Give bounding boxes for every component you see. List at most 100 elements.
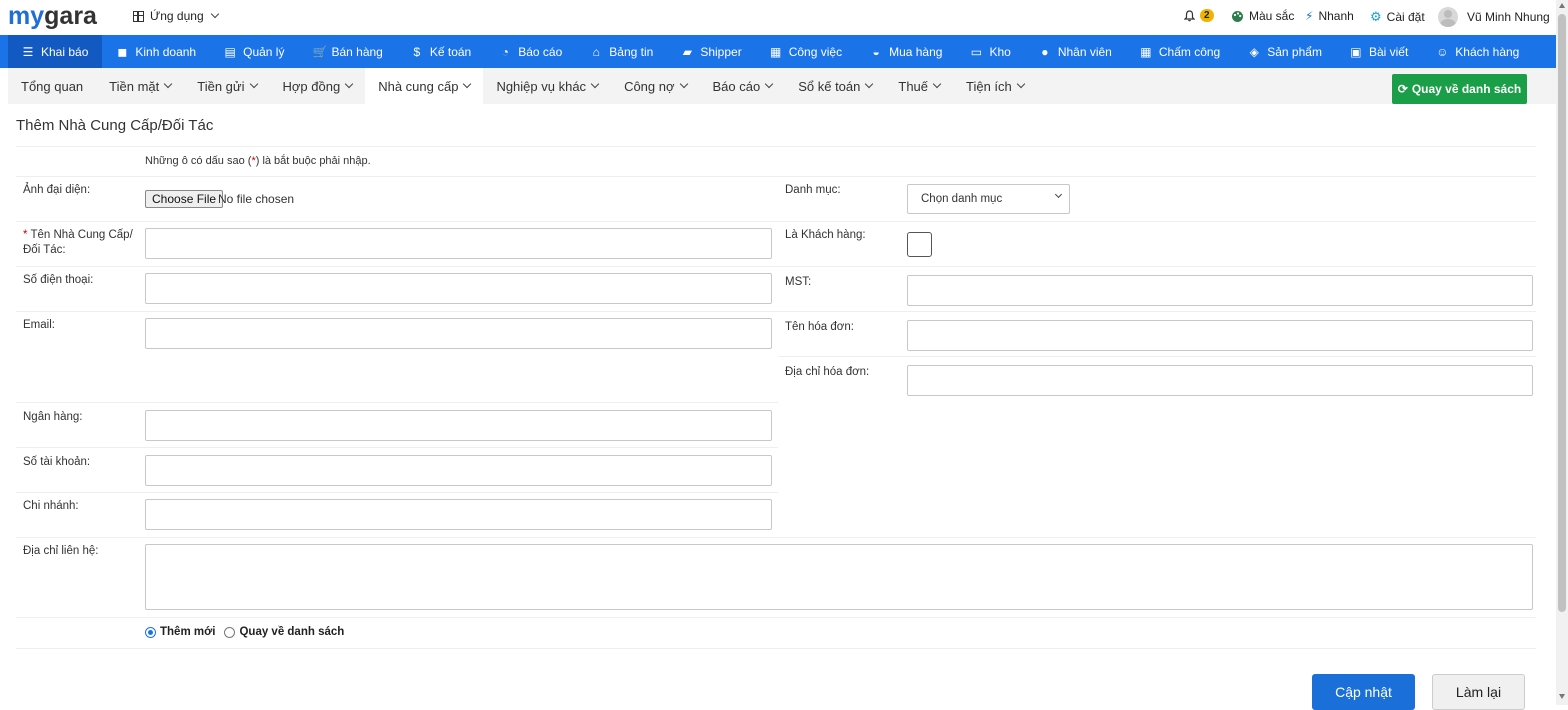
tax-code-input[interactable]: [907, 275, 1533, 306]
main-nav-label: Báo cáo: [518, 44, 563, 59]
category-select[interactable]: Chọn danh mục: [907, 184, 1070, 214]
sub-nav-item[interactable]: Báo cáo: [700, 68, 786, 104]
settings-label: Cài đặt: [1386, 10, 1425, 24]
user-icon: ●: [1041, 44, 1049, 59]
sub-nav-item[interactable]: Tiền mặt: [96, 68, 184, 104]
form-panel: Thêm Nhà Cung Cấp/Đối Tác Những ô có dấu…: [8, 104, 1556, 710]
main-nav-item[interactable]: ▰ Shipper: [667, 35, 755, 68]
supplier-name-input[interactable]: [145, 228, 772, 259]
main-nav-label: Bán hàng: [331, 44, 383, 59]
invoice-name-label: Tên hóa đơn:: [785, 321, 854, 333]
chevron-down-icon: [764, 79, 774, 89]
chevron-down-icon: [1054, 190, 1063, 199]
main-nav-label: Mua hàng: [889, 44, 943, 59]
radio-add-new[interactable]: [145, 626, 156, 638]
sub-nav-item[interactable]: Nhà cung cấp: [365, 68, 484, 104]
bank-input[interactable]: [145, 410, 772, 441]
main-nav-item[interactable]: 🛒 Bán hàng: [298, 35, 396, 68]
sub-nav-label: Tổng quan: [21, 78, 84, 94]
sub-nav-item[interactable]: Tiện ích: [953, 68, 1037, 104]
bag-icon: ◼: [117, 44, 128, 59]
main-nav-item[interactable]: ▦ Chấm công: [1126, 35, 1234, 68]
apps-menu[interactable]: Ứng dụng: [133, 9, 219, 23]
main-nav-item[interactable]: ☺ Khách hàng: [1422, 35, 1533, 68]
logo[interactable]: mygara: [8, 2, 97, 31]
divider: [16, 266, 1536, 267]
main-nav-item[interactable]: ◔ Báo cáo: [485, 35, 576, 68]
sub-nav-item[interactable]: Sổ kế toán: [785, 68, 885, 104]
notification-button[interactable]: 2: [1184, 9, 1214, 22]
invoice-name-input[interactable]: [907, 320, 1533, 351]
palette-icon: [1232, 10, 1243, 22]
main-nav-item[interactable]: ☰ Khai báo: [8, 35, 103, 68]
quick-menu[interactable]: ⚡ Nhanh: [1305, 9, 1354, 23]
notification-badge: 2: [1200, 9, 1214, 22]
main-nav-item[interactable]: ▤ Quản lý: [210, 35, 298, 68]
supplier-name-label: * Tên Nhà Cung Cấp/ Đối Tác:: [23, 229, 133, 256]
color-menu[interactable]: Màu sắc: [1231, 9, 1294, 23]
radio-back-to-list[interactable]: [224, 626, 236, 638]
sub-nav-item[interactable]: Hợp đồng: [270, 68, 366, 104]
required-note: Những ô có dấu sao (*) là bắt buộc phải …: [145, 155, 371, 167]
main-nav-item[interactable]: ▭ Kho: [956, 35, 1024, 68]
radio-add-new-label[interactable]: Thêm mới: [160, 626, 215, 638]
bank-label: Ngân hàng:: [23, 411, 83, 423]
sub-nav-item[interactable]: Công nợ: [611, 68, 699, 104]
branch-label: Chi nhánh:: [23, 500, 79, 512]
main-nav-label: Chấm công: [1158, 44, 1221, 59]
sub-nav-item[interactable]: Thuế: [885, 68, 953, 104]
divider: [16, 447, 778, 448]
sub-nav-label: Hợp đồng: [282, 78, 341, 94]
user-menu[interactable]: Vũ Minh Nhung: [1438, 7, 1550, 27]
back-to-list-label: Quay về danh sách: [1411, 82, 1522, 96]
chevron-down-icon: [865, 79, 874, 89]
scroll-down-arrow[interactable]: [1559, 694, 1565, 699]
back-to-list-button[interactable]: ⟳ Quay về danh sách: [1392, 74, 1527, 104]
main-nav-item[interactable]: ◈ Sản phẩm: [1234, 35, 1336, 68]
list-icon: ☰: [22, 44, 34, 59]
main-nav-item[interactable]: ◼ Kinh doanh: [102, 35, 210, 68]
main-nav-item[interactable]: $ Kế toán: [397, 35, 485, 68]
radio-back-to-list-label[interactable]: Quay về danh sách: [239, 626, 344, 638]
refresh-icon: ⟳: [1397, 82, 1408, 96]
pie-chart-icon: ◔: [501, 44, 509, 59]
account-number-input[interactable]: [145, 455, 772, 486]
main-nav-item[interactable]: ▣ Bài viết: [1336, 35, 1422, 68]
account-number-label: Số tài khoản:: [23, 456, 91, 468]
main-nav-label: Nhân viên: [1057, 44, 1112, 59]
invoice-address-input[interactable]: [907, 365, 1533, 396]
sub-nav-item[interactable]: Nghiệp vụ khác: [483, 68, 611, 104]
scroll-thumb[interactable]: [1558, 14, 1566, 612]
main-nav-label: Quản lý: [243, 44, 285, 59]
sub-nav-label: Thuế: [898, 78, 929, 94]
email-input[interactable]: [145, 318, 772, 349]
main-nav-item[interactable]: ● Nhân viên: [1025, 35, 1126, 68]
main-nav-item[interactable]: ⌂ Bảng tin: [576, 35, 667, 68]
phone-input[interactable]: [145, 273, 772, 304]
scrollbar[interactable]: [1556, 0, 1568, 705]
main-nav-label: Kế toán: [429, 44, 472, 59]
chevron-down-icon: [679, 79, 688, 89]
main-nav-item[interactable]: ◒ Mua hàng: [856, 35, 956, 68]
is-customer-checkbox[interactable]: [907, 232, 932, 257]
dollar-icon: $: [413, 44, 421, 59]
chevron-down-icon: [344, 79, 354, 89]
category-label: Danh mục:: [785, 184, 841, 196]
branch-input[interactable]: [145, 499, 772, 530]
scroll-up-arrow[interactable]: [1559, 3, 1565, 8]
main-nav-label: Công việc: [788, 44, 843, 59]
sub-nav-item[interactable]: Tiền gửi: [184, 68, 269, 104]
contact-address-label: Địa chỉ liên hệ:: [23, 545, 99, 557]
main-nav-label: Bài viết: [1368, 44, 1409, 59]
sub-nav-item[interactable]: Tổng quan: [8, 68, 96, 104]
settings-menu[interactable]: ⚙ Cài đặt: [1370, 9, 1425, 25]
contact-address-textarea[interactable]: [145, 544, 1533, 610]
choose-file-button[interactable]: Choose File: [145, 190, 224, 208]
file-status: No file chosen: [218, 192, 295, 206]
warehouse-icon: ▭: [970, 44, 983, 59]
chevron-down-icon: [210, 9, 219, 19]
divider: [16, 537, 1536, 538]
main-nav-item[interactable]: ▦ Công việc: [756, 35, 856, 68]
bell-icon: [1184, 9, 1195, 21]
apps-label: Ứng dụng: [150, 9, 204, 23]
